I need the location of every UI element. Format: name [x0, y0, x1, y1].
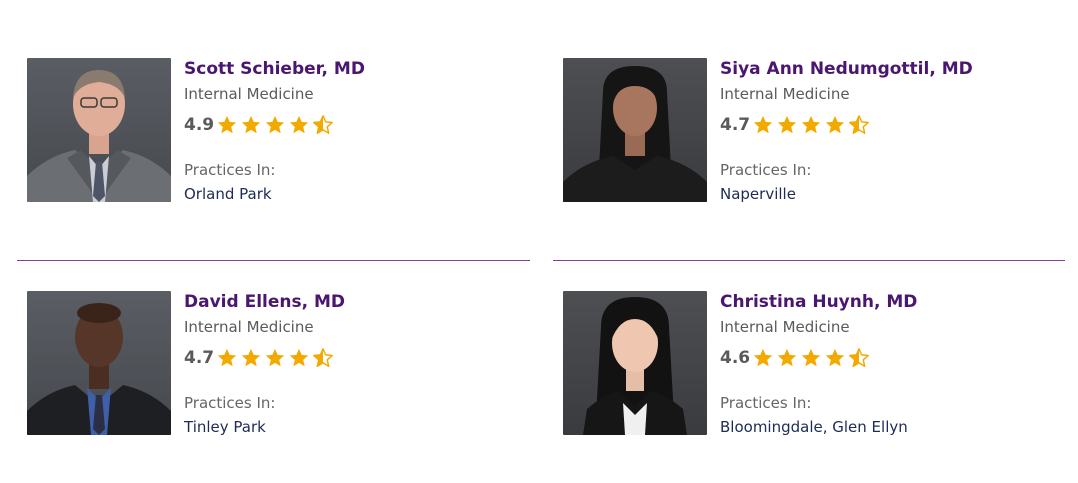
- rating-value: 4.7: [720, 115, 751, 135]
- doctor-specialty: Internal Medicine: [184, 85, 314, 103]
- star-rating: [752, 114, 872, 136]
- person-silhouette-icon: [563, 66, 707, 202]
- rating: 4.6: [720, 346, 917, 370]
- star-half-icon: [848, 114, 870, 136]
- card-divider: [17, 260, 530, 261]
- star-full-icon: [824, 347, 846, 369]
- doctor-name[interactable]: Christina Huynh, MD: [720, 291, 917, 313]
- star-full-icon: [752, 114, 774, 136]
- star-full-icon: [776, 347, 798, 369]
- star-full-icon: [800, 114, 822, 136]
- person-silhouette-icon: [583, 297, 687, 435]
- star-full-icon: [216, 347, 238, 369]
- star-full-icon: [288, 114, 310, 136]
- star-full-icon: [240, 347, 262, 369]
- doctor-photo[interactable]: [563, 58, 707, 202]
- card-divider: [553, 260, 1065, 261]
- star-rating: [216, 347, 336, 369]
- rating: 4.9: [184, 113, 365, 137]
- rating-value: 4.6: [720, 348, 751, 368]
- doctor-name[interactable]: David Ellens, MD: [184, 291, 345, 313]
- rating-value: 4.7: [184, 348, 215, 368]
- doctor-name[interactable]: Siya Ann Nedumgottil, MD: [720, 58, 973, 80]
- doctor-card: David Ellens, MD Internal Medicine 4.7 P…: [27, 291, 527, 451]
- doctor-specialty: Internal Medicine: [720, 318, 850, 336]
- practices-label: Practices In:: [184, 394, 276, 412]
- doctor-card: Christina Huynh, MD Internal Medicine 4.…: [563, 291, 1063, 451]
- practice-location[interactable]: Bloomingdale, Glen Ellyn: [720, 416, 917, 438]
- doctor-photo[interactable]: [563, 291, 707, 435]
- practice-location[interactable]: Orland Park: [184, 183, 365, 205]
- star-full-icon: [240, 114, 262, 136]
- practice-location[interactable]: Naperville: [720, 183, 973, 205]
- star-full-icon: [824, 114, 846, 136]
- star-half-icon: [848, 347, 870, 369]
- doctor-specialty: Internal Medicine: [720, 85, 850, 103]
- doctor-specialty: Internal Medicine: [184, 318, 314, 336]
- rating: 4.7: [720, 113, 973, 137]
- star-half-icon: [312, 347, 334, 369]
- person-silhouette-icon: [27, 70, 171, 202]
- star-rating: [216, 114, 336, 136]
- doctor-card: Scott Schieber, MD Internal Medicine 4.9…: [27, 58, 527, 218]
- doctor-name[interactable]: Scott Schieber, MD: [184, 58, 365, 80]
- star-full-icon: [800, 347, 822, 369]
- practices-label: Practices In:: [184, 161, 276, 179]
- doctor-card: Siya Ann Nedumgottil, MD Internal Medici…: [563, 58, 1063, 218]
- star-full-icon: [776, 114, 798, 136]
- star-full-icon: [264, 347, 286, 369]
- rating: 4.7: [184, 346, 345, 370]
- person-silhouette-icon: [27, 303, 171, 435]
- practices-label: Practices In:: [720, 161, 812, 179]
- star-full-icon: [752, 347, 774, 369]
- star-full-icon: [264, 114, 286, 136]
- star-full-icon: [288, 347, 310, 369]
- doctor-photo[interactable]: [27, 291, 171, 435]
- practice-location[interactable]: Tinley Park: [184, 416, 345, 438]
- star-full-icon: [216, 114, 238, 136]
- star-rating: [752, 347, 872, 369]
- star-half-icon: [312, 114, 334, 136]
- rating-value: 4.9: [184, 115, 215, 135]
- practices-label: Practices In:: [720, 394, 812, 412]
- doctor-photo[interactable]: [27, 58, 171, 202]
